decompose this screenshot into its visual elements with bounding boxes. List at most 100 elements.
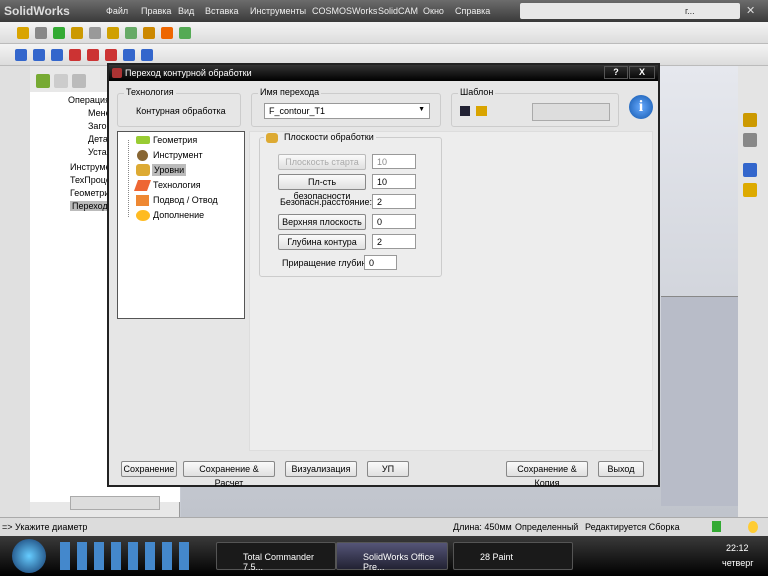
machining-planes-title: Плоскости обработки <box>264 132 376 143</box>
nav-tool[interactable]: Инструмент <box>153 150 203 160</box>
tab-feature-icon[interactable] <box>36 74 50 88</box>
tree-item[interactable]: Дета <box>88 134 108 144</box>
gcode-button[interactable]: УП <box>367 461 409 477</box>
tool-icon[interactable] <box>107 27 119 39</box>
menu-help[interactable]: Справка <box>455 6 490 16</box>
tree-item[interactable]: Инструме <box>70 162 111 172</box>
nav-misc[interactable]: Дополнение <box>153 210 204 220</box>
tool-gear-icon <box>137 150 148 161</box>
help-icon[interactable] <box>712 521 721 532</box>
quick-launch[interactable] <box>60 542 195 570</box>
tab-property-icon[interactable] <box>54 74 68 88</box>
tool-icon[interactable] <box>53 27 65 39</box>
exit-button[interactable]: Выход <box>598 461 644 477</box>
help-button[interactable]: ? <box>604 66 628 79</box>
tree-item[interactable]: Заго <box>88 121 107 131</box>
horizontal-scrollbar[interactable] <box>70 496 160 510</box>
close-icon[interactable]: ✕ <box>746 4 755 17</box>
start-plane-input: 10 <box>372 154 416 169</box>
save-calculate-button[interactable]: Сохранение & Расчет <box>183 461 275 488</box>
arc-icon[interactable] <box>105 49 117 61</box>
tree-item[interactable]: ТехПроце <box>70 175 111 185</box>
menu-view[interactable]: Вид <box>178 6 194 16</box>
menu-tools[interactable]: Инструменты <box>250 6 306 16</box>
tool-icon[interactable] <box>125 27 137 39</box>
rectangle-icon[interactable] <box>69 49 81 61</box>
appearance-icon[interactable] <box>743 183 757 197</box>
status-state: Определенный <box>515 522 579 532</box>
upper-plane-input[interactable]: 0 <box>372 214 416 229</box>
nav-lead-in-out[interactable]: Подвод / Отвод <box>153 195 218 205</box>
close-button[interactable]: X <box>629 66 655 79</box>
start-plane-button: Плоскость старта <box>278 154 366 170</box>
menu-file[interactable]: Файл <box>106 6 128 16</box>
tool-icon[interactable] <box>179 27 191 39</box>
line-icon[interactable] <box>51 49 63 61</box>
contour-depth-input[interactable]: 2 <box>372 234 416 249</box>
search-box[interactable]: г... <box>685 6 695 16</box>
nav-geometry[interactable]: Геометрия <box>153 135 197 145</box>
tool-icon[interactable] <box>35 27 47 39</box>
safety-plane-input[interactable]: 10 <box>372 174 416 189</box>
sketch-icon[interactable] <box>15 49 27 61</box>
task-solidworks[interactable]: SolidWorks Office Pre... <box>336 542 448 572</box>
taskbar: Total Commander 7.5... SolidWorks Office… <box>0 536 768 576</box>
operation-name-value: F_contour_T1 <box>269 106 326 116</box>
app-logo: SolidWorks <box>4 4 70 18</box>
start-button[interactable] <box>12 539 46 573</box>
info-icon[interactable]: i <box>629 95 653 119</box>
library-icon[interactable] <box>743 133 757 147</box>
group-title: Плоскости обработки <box>284 132 374 142</box>
standard-toolbar: г... <box>520 3 740 19</box>
save-icon[interactable] <box>460 106 470 116</box>
contour-operation-dialog: Переход контурной обработки ? X Технолог… <box>107 63 660 488</box>
menu-cosmos[interactable]: COSMOSWorks <box>312 6 377 16</box>
save-copy-button[interactable]: Сохранение & Копия <box>506 461 588 488</box>
depth-step-input[interactable]: 0 <box>364 255 397 270</box>
safety-distance-input[interactable]: 2 <box>372 194 416 209</box>
lead-in-out-icon <box>136 195 149 206</box>
contour-depth-button[interactable]: Глубина контура <box>278 234 366 250</box>
circle-icon[interactable] <box>87 49 99 61</box>
misc-icon <box>136 210 150 221</box>
rebuild-icon[interactable] <box>748 521 758 533</box>
tool-icon[interactable] <box>161 27 173 39</box>
clock-day: четверг <box>722 558 754 568</box>
tool-icon[interactable] <box>33 49 45 61</box>
task-paint[interactable]: 28 Paint <box>453 542 573 570</box>
nav-levels-selected[interactable]: Уровни <box>152 164 187 176</box>
tool-icon[interactable] <box>17 27 29 39</box>
tree-item[interactable]: Уста <box>88 147 107 157</box>
dialog-title: Переход контурной обработки <box>125 68 252 78</box>
tab-config-icon[interactable] <box>72 74 86 88</box>
nav-technology[interactable]: Технология <box>153 180 201 190</box>
menu-window[interactable]: Окно <box>423 6 444 16</box>
depth-step-label: Приращение глубины: <box>282 258 376 268</box>
template-field[interactable] <box>532 103 610 121</box>
save-button[interactable]: Сохранение <box>121 461 177 477</box>
tool-icon[interactable] <box>141 49 153 61</box>
task-total-commander[interactable]: Total Commander 7.5... <box>216 542 336 572</box>
operation-name-group: Имя перехода F_contour_T1 ▼ <box>251 87 441 127</box>
home-icon[interactable] <box>743 113 757 127</box>
menu-edit[interactable]: Правка <box>141 6 171 16</box>
menu-insert[interactable]: Вставка <box>205 6 238 16</box>
clock-time[interactable]: 22:12 <box>726 543 749 553</box>
operation-name-select[interactable]: F_contour_T1 ▼ <box>264 103 430 119</box>
upper-plane-button[interactable]: Верхняя плоскость <box>278 214 366 230</box>
explorer-icon[interactable] <box>743 163 757 177</box>
menu-solidcam[interactable]: SolidCAM <box>378 6 418 16</box>
tool-icon[interactable] <box>89 27 101 39</box>
tool-icon[interactable] <box>143 27 155 39</box>
task-pane <box>738 66 768 517</box>
status-length: Длина: 450мм <box>453 522 512 532</box>
tree-item[interactable]: Геометри <box>70 188 109 198</box>
model-face <box>661 296 738 506</box>
safety-plane-button[interactable]: Пл-сть безопасности <box>278 174 366 201</box>
open-folder-icon[interactable] <box>476 106 487 116</box>
tree-item-selected[interactable]: Переход <box>70 201 110 211</box>
tree-item[interactable]: Операция <box>68 95 110 105</box>
tool-icon[interactable] <box>71 27 83 39</box>
spline-icon[interactable] <box>123 49 135 61</box>
simulate-button[interactable]: Визуализация <box>285 461 357 477</box>
